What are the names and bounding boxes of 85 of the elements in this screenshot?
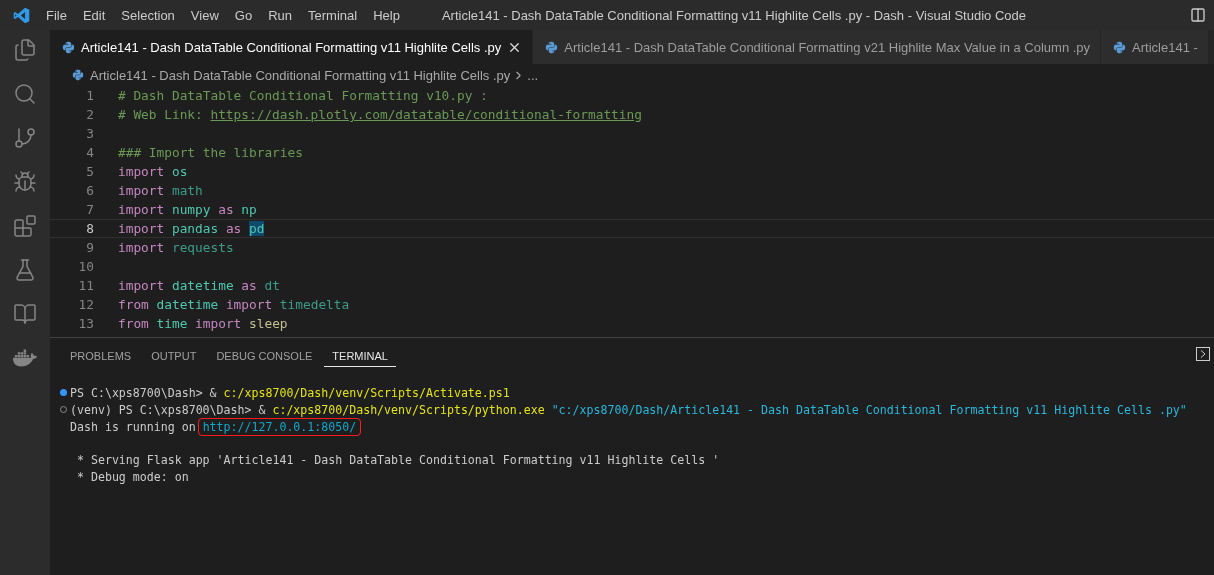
file-type-icon bbox=[72, 69, 84, 81]
menu-item[interactable]: Run bbox=[260, 7, 300, 23]
branch-icon[interactable] bbox=[13, 126, 37, 150]
menu-item[interactable]: Go bbox=[226, 7, 261, 23]
panel-tab[interactable]: OUTPUT bbox=[143, 343, 205, 367]
flask-icon[interactable] bbox=[13, 258, 37, 282]
code-token: datetime bbox=[171, 278, 234, 293]
panel-tab[interactable]: DEBUG CONSOLE bbox=[208, 343, 321, 367]
window-title: Article141 - Dash DataTable Conditional Formatting v11 Highlite Cells .py - Dash - Visual Studio Code bbox=[440, 7, 1027, 23]
notebook-icon[interactable] bbox=[13, 302, 37, 326]
code-token: pandas bbox=[171, 221, 219, 236]
line-number: 9 bbox=[85, 240, 95, 255]
code-token: pd bbox=[249, 221, 265, 236]
code-token: timedelta bbox=[279, 297, 350, 312]
code-token: import bbox=[118, 221, 165, 236]
editor-tab[interactable]: Article141 - Dash DataTable Conditional Formatting v21 Highlite Max Value in a Column .py bbox=[533, 30, 1102, 64]
code-token: time bbox=[156, 316, 188, 331]
code-token: from bbox=[118, 297, 149, 312]
file-type-icon bbox=[62, 40, 75, 54]
file-type-icon bbox=[545, 40, 559, 54]
code-token: # Dash DataTable Conditional Formatting v10.py : bbox=[118, 88, 488, 103]
terminal-text: Dash is running on bbox=[70, 419, 197, 434]
line-number: 3 bbox=[85, 126, 95, 141]
extensions-icon[interactable] bbox=[13, 214, 37, 238]
code-token: as bbox=[218, 202, 234, 217]
line-number: 10 bbox=[77, 259, 95, 274]
breadcrumb-item[interactable]: Article141 - Dash DataTable Conditional Formatting v11 Highlite Cells .py bbox=[90, 67, 511, 83]
code-token: import bbox=[118, 240, 165, 255]
code-token: import bbox=[195, 316, 242, 331]
code-token: import bbox=[118, 202, 165, 217]
terminal-text: c:/xps8700/Dash/venv/Scripts/python.exe bbox=[272, 402, 545, 417]
code-token: numpy bbox=[171, 202, 211, 217]
line-number: 1 bbox=[85, 88, 95, 103]
search-icon[interactable] bbox=[13, 82, 37, 106]
code-token: datetime bbox=[156, 297, 219, 312]
menu-item[interactable]: Edit bbox=[74, 7, 114, 23]
command-status-icon[interactable] bbox=[59, 389, 67, 396]
link[interactable]: http://127.0.0.1:8050/ bbox=[198, 418, 361, 435]
line-number: 5 bbox=[85, 164, 95, 179]
menu-item[interactable]: Selection bbox=[113, 7, 183, 23]
code-token: math bbox=[171, 183, 203, 198]
terminal-text: c:/xps8700/Dash/venv/Scripts/Activate.ps1 bbox=[223, 385, 510, 400]
line-number: 6 bbox=[85, 183, 95, 198]
code-token: import bbox=[118, 164, 165, 179]
code-token: os bbox=[171, 164, 188, 179]
panel-tab[interactable]: TERMINAL bbox=[324, 343, 396, 367]
code-token: ### Import the libraries bbox=[118, 145, 303, 160]
terminal-text: * Debug mode: on bbox=[75, 469, 189, 484]
code-token: import bbox=[118, 278, 165, 293]
code-token: from bbox=[118, 316, 149, 331]
editor-tab[interactable]: Article141 - bbox=[1101, 30, 1209, 64]
code-token: import bbox=[225, 297, 273, 312]
code-token: sleep bbox=[249, 316, 288, 331]
menu-item[interactable]: File bbox=[38, 7, 75, 23]
files-icon[interactable] bbox=[13, 38, 37, 62]
editor-tab[interactable]: Article141 - Dash DataTable Conditional Formatting v11 Highlite Cells .py bbox=[50, 30, 534, 64]
logo-icon bbox=[13, 6, 30, 24]
file-type-icon bbox=[1113, 40, 1127, 54]
terminal-text: "c:/xps8700/Dash/Article141 - Dash DataTable Conditional Formatting v11 Highlite Cells .py" bbox=[550, 402, 1187, 417]
code-token: import bbox=[118, 183, 165, 198]
terminal-text: PS C:\xps8700\Dash> & bbox=[70, 385, 218, 400]
line-number: 12 bbox=[77, 297, 95, 312]
line-number: 13 bbox=[77, 316, 95, 331]
line-number: 4 bbox=[85, 145, 95, 160]
code-token: dt bbox=[264, 278, 280, 293]
menu-item[interactable]: Terminal bbox=[300, 7, 366, 23]
menu-item[interactable]: Help bbox=[365, 7, 408, 23]
code-token: as bbox=[225, 221, 242, 236]
panel-tab[interactable]: PROBLEMS bbox=[62, 343, 140, 367]
line-number: 7 bbox=[85, 202, 95, 217]
code-token: as bbox=[241, 278, 257, 293]
code-token: np bbox=[241, 202, 257, 217]
line-number: 2 bbox=[85, 107, 95, 122]
line-number: 11 bbox=[77, 278, 95, 293]
layout-icon[interactable] bbox=[1190, 7, 1206, 23]
menu-item[interactable]: View bbox=[182, 7, 227, 23]
link[interactable]: https://dash.plotly.com/datatable/conditional-formatting bbox=[210, 107, 642, 122]
code-token: # Web Link: bbox=[118, 107, 204, 122]
code-token: requests bbox=[171, 240, 234, 255]
terminal-text: * Serving Flask app 'Article141 - Dash DataTable Conditional Formatting v11 Highlite Cells ' bbox=[75, 452, 720, 467]
bug-icon[interactable] bbox=[13, 170, 37, 194]
terminal-toggle-icon[interactable] bbox=[1196, 347, 1210, 361]
line-number: 8 bbox=[85, 221, 95, 236]
terminal-text: (venv) PS C:\xps8700\Dash> & bbox=[70, 402, 267, 417]
breadcrumb-item[interactable]: ... bbox=[527, 67, 539, 83]
